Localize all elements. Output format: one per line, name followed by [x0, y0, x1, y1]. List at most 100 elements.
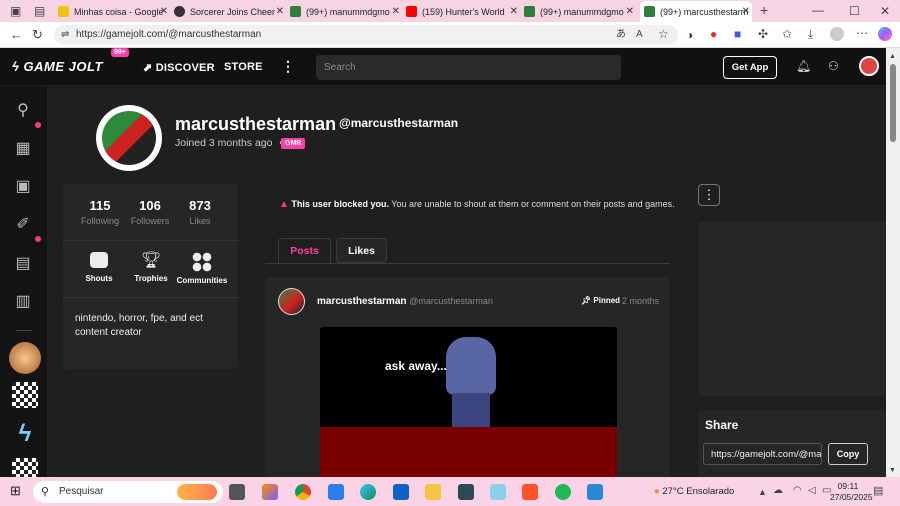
store-icon[interactable]: ▦	[12, 138, 34, 160]
close-window-icon[interactable]: ✕	[880, 5, 890, 17]
profile-options-button[interactable]: ⋮	[698, 184, 720, 206]
activity-icon[interactable]: ⚲	[12, 100, 34, 122]
shouts-link[interactable]: Shouts	[77, 252, 121, 283]
clock[interactable]: 09:11 27/05/2025	[830, 481, 873, 503]
close-icon[interactable]: ✕	[160, 6, 168, 17]
downloads-icon[interactable]: ⤓	[808, 28, 813, 40]
close-icon[interactable]: ✕	[742, 6, 750, 17]
post-author[interactable]: marcusthestarman @marcusthestarman	[317, 296, 493, 307]
site-info-icon[interactable]: ⇌	[61, 29, 69, 41]
notifications-icon[interactable]: ▤	[873, 485, 883, 497]
volume-icon[interactable]: ◁	[808, 485, 816, 497]
cloud-icon[interactable]: ☁	[773, 485, 783, 497]
stat-following[interactable]: 115 Following	[77, 198, 123, 226]
scroll-thumb[interactable]	[890, 64, 896, 142]
close-icon[interactable]: ✕	[626, 6, 634, 17]
minimize-icon[interactable]: —	[812, 4, 824, 16]
bolt-icon: ϟ	[12, 59, 20, 74]
search-input[interactable]: Search	[316, 55, 621, 80]
post-image[interactable]: ask away...	[320, 327, 617, 477]
close-icon[interactable]: ✕	[392, 6, 400, 17]
trophies-link[interactable]: 🏆︎ Trophies	[129, 252, 173, 283]
backpack-icon[interactable]: ▣	[12, 176, 34, 198]
maximize-icon[interactable]: ☐	[849, 5, 860, 17]
nav-store[interactable]: STORE	[224, 61, 263, 73]
quests-icon[interactable]: ✐	[12, 214, 34, 236]
windows-start-icon[interactable]: ⊞	[10, 484, 21, 497]
stat-followers[interactable]: 106 Followers	[126, 198, 174, 226]
library-icon[interactable]: ▥	[12, 291, 34, 313]
community-avatar[interactable]: ϟ	[11, 420, 39, 448]
browser-tab[interactable]: (99+) manummdgmo ✕	[290, 1, 402, 22]
community-avatar[interactable]	[12, 382, 38, 408]
app-icon[interactable]	[458, 484, 474, 500]
browser-tab[interactable]: (99+) manummdgmo ✕	[524, 1, 636, 22]
more-icon[interactable]: ⋯	[856, 27, 868, 39]
browser-tab[interactable]: (159) Hunter's World ✕	[406, 1, 520, 22]
bell-icon[interactable]: 🔔︎	[796, 59, 811, 73]
page-scrollbar[interactable]: ▲ ▼	[886, 48, 900, 477]
favorites-icon[interactable]: ✩	[782, 28, 792, 40]
profile-icon[interactable]: ▣	[10, 5, 21, 17]
avatar[interactable]	[830, 27, 844, 41]
back-icon[interactable]: ←	[10, 28, 23, 41]
communities-link[interactable]: Communities	[175, 252, 229, 285]
image-floor	[320, 427, 617, 477]
scroll-down-icon[interactable]: ▼	[889, 465, 896, 477]
extension-icon[interactable]: ●	[710, 28, 717, 40]
nav-discover[interactable]: ⬈ DISCOVER	[143, 61, 215, 74]
favorite-icon[interactable]: ☆	[658, 28, 669, 40]
tray-chevron-icon[interactable]: ▲	[758, 486, 767, 498]
community-avatar[interactable]	[12, 458, 38, 477]
tab-favicon	[290, 6, 301, 17]
taskbar-search[interactable]: ⚲ Pesquisar	[33, 481, 223, 503]
edge-icon[interactable]	[360, 484, 376, 500]
friends-icon[interactable]: ⚇	[828, 59, 839, 73]
more-menu-icon[interactable]: ⋮	[281, 58, 295, 75]
brave-icon[interactable]	[522, 484, 538, 500]
reload-icon[interactable]: ↻	[32, 28, 43, 41]
stat-likes[interactable]: 873 Likes	[177, 198, 223, 226]
file-explorer-icon[interactable]	[425, 484, 441, 500]
extensions-icon[interactable]: ✣	[758, 28, 768, 40]
chat-icon[interactable]: ▤	[12, 253, 34, 275]
right-panel	[698, 222, 886, 396]
community-avatar[interactable]	[9, 342, 41, 374]
scroll-up-icon[interactable]: ▲	[889, 51, 896, 63]
browser-tab[interactable]: Minhas coisa - Google ✕	[58, 1, 170, 22]
chrome-icon[interactable]	[295, 484, 311, 500]
tabs-underline	[265, 263, 670, 264]
paint-icon[interactable]	[587, 484, 603, 500]
store-icon[interactable]	[328, 484, 344, 500]
post-author-avatar[interactable]	[278, 288, 305, 315]
tab-list-icon[interactable]: ▤	[34, 5, 45, 17]
browser-tab-active[interactable]: (99+) marcusthestarm ✕	[640, 1, 752, 22]
extension-icon[interactable]: ■	[734, 28, 741, 40]
tab-posts[interactable]: Posts	[278, 238, 331, 263]
translate-icon[interactable]: あ	[616, 29, 626, 41]
task-view-icon[interactable]	[229, 484, 245, 500]
close-icon[interactable]: ✕	[510, 6, 518, 17]
read-aloud-icon[interactable]: A	[636, 29, 643, 41]
communities-icon	[192, 252, 212, 272]
gamejolt-logo[interactable]: ϟ GAME JOLT	[12, 59, 103, 74]
share-url-field[interactable]: https://gamejolt.com/@marcusthestarman	[703, 443, 822, 465]
tab-likes[interactable]: Likes	[336, 238, 387, 263]
pinned-label: 📌︎ Pinned	[581, 296, 621, 305]
copy-button[interactable]: Copy	[828, 443, 868, 465]
browser-tab[interactable]: Sorcerer Joins Cheer ✕	[174, 1, 286, 22]
weather-widget[interactable]: ● 27°C Ensolarado	[654, 486, 734, 497]
new-tab-icon[interactable]: +	[760, 3, 768, 17]
wifi-icon[interactable]: ◠	[793, 485, 802, 497]
post-card[interactable]: marcusthestarman @marcusthestarman 📌︎ Pi…	[265, 277, 670, 477]
get-app-button[interactable]: Get App	[723, 56, 777, 79]
outlook-icon[interactable]	[393, 484, 409, 500]
close-icon[interactable]: ✕	[276, 6, 284, 17]
app-icon[interactable]	[490, 484, 506, 500]
user-avatar[interactable]	[859, 56, 879, 76]
spotify-icon[interactable]	[555, 484, 571, 500]
copilot-icon[interactable]	[878, 27, 892, 41]
url-field[interactable]: ⇌ https://gamejolt.com/@marcusthestarman	[54, 25, 678, 45]
widgets-icon[interactable]	[262, 484, 278, 500]
extension-icon[interactable]: ◑	[686, 29, 693, 41]
